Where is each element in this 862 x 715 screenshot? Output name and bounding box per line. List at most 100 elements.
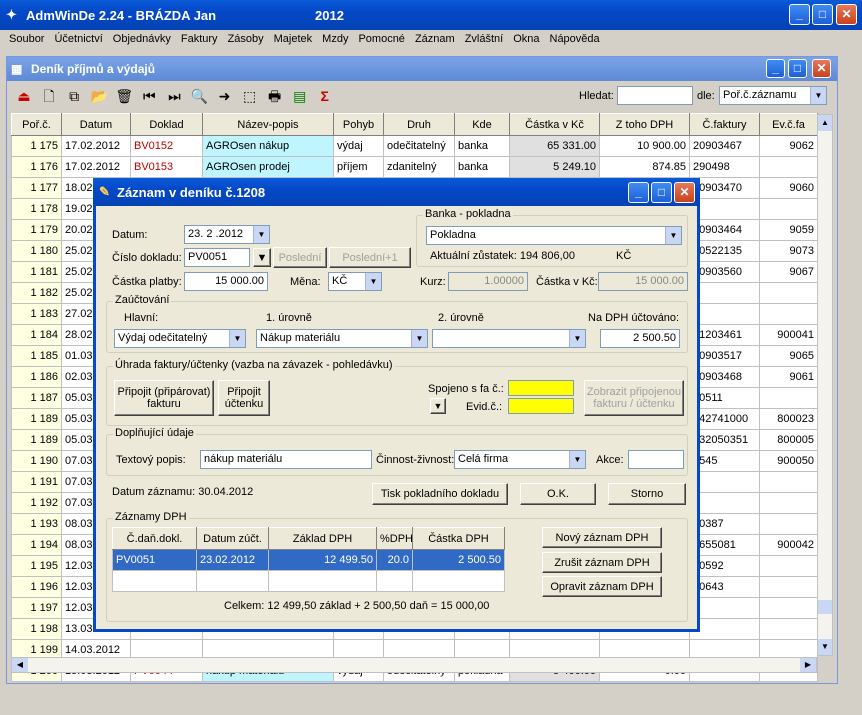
dph-column-header[interactable]: Částka DPH (412, 527, 505, 550)
chevron-down-icon[interactable]: ▼ (569, 451, 585, 468)
menu-item[interactable]: Pomocné (353, 30, 409, 48)
open-icon[interactable]: 📂 (88, 85, 110, 107)
novy-dph-button[interactable]: Nový záznam DPH (542, 527, 662, 548)
print-icon[interactable]: 🖶 (264, 85, 286, 107)
last-record-icon[interactable]: ⏭ (163, 85, 185, 107)
zrusit-dph-button[interactable]: Zrušit záznam DPH (542, 552, 662, 573)
horizontal-scrollbar[interactable]: ◀ ▶ (11, 657, 817, 673)
mena-select[interactable]: KČ ▼ (328, 272, 382, 291)
search-icon[interactable]: 🔍 (188, 85, 210, 107)
search-by-select[interactable]: Poř.č.záznamu ▼ (719, 86, 827, 105)
spojeno-field[interactable] (508, 380, 574, 396)
pripojit-fakturu-button[interactable]: Připojit (připárovat) fakturu (114, 380, 214, 416)
column-header[interactable]: Pohyb (333, 113, 384, 136)
minimize-button[interactable]: _ (789, 4, 810, 25)
dph-column-header[interactable]: Datum zúčt. (196, 527, 269, 550)
goto-icon[interactable]: ➜ (214, 85, 236, 107)
cinnost-select[interactable]: Celá firma ▼ (454, 450, 586, 469)
menu-item[interactable]: Zásoby (223, 30, 269, 48)
column-header[interactable]: Z toho DPH (599, 113, 690, 136)
dialog-minimize-button[interactable]: _ (628, 182, 649, 203)
table-row[interactable]: 1 176 17.02.2012 BV0153 AGROsen prodej příje… (11, 156, 818, 178)
scroll-up-icon[interactable]: ▲ (818, 115, 832, 131)
export-icon[interactable]: ▤ (289, 85, 311, 107)
castka-field[interactable]: 15 000.00 (184, 272, 268, 291)
zobrazit-button[interactable]: Zobrazit připojenou fakturu / účtenku (584, 380, 684, 416)
menu-item[interactable]: Účetnictví (49, 30, 107, 48)
hlavni-select[interactable]: Výdaj odečitatelný ▼ (114, 329, 246, 348)
datum-field[interactable]: 23. 2 .2012 ▼ (184, 225, 270, 244)
chevron-down-icon[interactable]: ▼ (365, 273, 381, 290)
scroll-left-icon[interactable]: ◀ (12, 658, 28, 672)
opravit-dph-button[interactable]: Opravit záznam DPH (542, 576, 662, 597)
column-header[interactable]: Název-popis (202, 113, 334, 136)
menu-item[interactable]: Záznam (410, 30, 460, 48)
cislo-field[interactable]: PV0051 (184, 248, 250, 267)
posledni1-button[interactable]: Poslední+1 (329, 247, 411, 268)
pripojit-uctenku-button[interactable]: Připojit účtenku (218, 380, 270, 416)
sum-icon[interactable]: Σ (314, 85, 336, 107)
new-doc-icon[interactable]: 🗋 (38, 85, 60, 107)
menu-item[interactable]: Majetek (269, 30, 318, 48)
storno-button[interactable]: Storno (608, 483, 686, 505)
delete-icon[interactable]: 🗑 (113, 85, 135, 107)
textovy-field[interactable]: nákup materiálu (200, 450, 372, 469)
dph-column-header[interactable]: Základ DPH (268, 527, 377, 550)
menu-item[interactable]: Soubor (4, 30, 49, 48)
menu-item[interactable]: Objednávky (108, 30, 176, 48)
chevron-down-icon[interactable]: ▼ (229, 330, 245, 347)
copy-icon[interactable]: ⧉ (63, 85, 85, 107)
spojeno-arrow-button[interactable]: ▼ (430, 398, 446, 414)
child-maximize-button[interactable]: □ (788, 59, 807, 78)
posledni-button[interactable]: Poslední (273, 247, 327, 268)
dialog-close-button[interactable]: ✕ (674, 182, 695, 203)
vertical-scrollbar[interactable]: ▲ ▼ (817, 114, 833, 656)
scroll-thumb[interactable] (818, 600, 832, 614)
uroven2-select[interactable]: ▼ (432, 329, 586, 348)
table-row[interactable]: 1 175 17.02.2012 BV0152 AGROsen nákup výdaj o… (11, 135, 818, 157)
ok-button[interactable]: O.K. (520, 483, 596, 505)
dph-column-header[interactable]: Č.daň.dokl. (112, 527, 197, 550)
evid-field[interactable] (508, 398, 574, 414)
menu-item[interactable]: Okna (508, 30, 544, 48)
column-header[interactable]: Kde (454, 113, 510, 136)
column-header[interactable]: Č.faktury (689, 113, 760, 136)
close-button[interactable]: ✕ (836, 4, 857, 25)
first-record-icon[interactable]: ⏮ (138, 85, 160, 107)
banka-select[interactable]: Pokladna ▼ (426, 226, 682, 245)
column-header[interactable]: Poř.č. (11, 113, 62, 136)
maximize-button[interactable]: □ (812, 4, 833, 25)
column-header[interactable]: Ev.č.fa (759, 113, 818, 136)
menu-item[interactable]: Mzdy (317, 30, 353, 48)
select-icon[interactable]: ⬚ (239, 85, 261, 107)
chevron-down-icon[interactable]: ▼ (665, 227, 681, 244)
scroll-right-icon[interactable]: ▶ (800, 658, 816, 672)
column-header[interactable]: Doklad (130, 113, 203, 136)
column-header[interactable]: Druh (383, 113, 455, 136)
search-input[interactable] (617, 86, 693, 105)
child-minimize-button[interactable]: _ (766, 59, 785, 78)
dialog-titlebar[interactable]: ✎ Záznam v deníku č.1208 _ □ ✕ (93, 178, 700, 206)
menu-item[interactable]: Faktury (176, 30, 223, 48)
menu-item[interactable]: Nápověda (545, 30, 605, 48)
dph-row[interactable]: PV0051 23.02.2012 12 499.50 20.0 2 500.50 (112, 549, 505, 571)
akce-field[interactable] (628, 450, 684, 469)
column-header[interactable]: Datum (61, 113, 131, 136)
app-titlebar[interactable]: ✦ AdmWinDe 2.24 - BRÁZDA Jan 2012 _ □ ✕ (0, 0, 862, 30)
dph-field[interactable]: 2 500.50 (600, 329, 680, 348)
column-header[interactable]: Částka v Kč (509, 113, 600, 136)
cislo-arrow-button[interactable]: ▼ (253, 248, 271, 267)
dph-column-header[interactable]: %DPH (376, 527, 413, 550)
dialog-maximize-button[interactable]: □ (651, 182, 672, 203)
menu-item[interactable]: Zvláštní (460, 30, 509, 48)
scroll-down-icon[interactable]: ▼ (818, 639, 832, 655)
child-close-button[interactable]: ✕ (812, 59, 831, 78)
chevron-down-icon[interactable]: ▼ (411, 330, 427, 347)
child-titlebar[interactable]: ▦ Deník příjmů a výdajů _ □ ✕ (7, 57, 837, 81)
calendar-dropdown-icon[interactable]: ▼ (253, 226, 269, 243)
tisk-button[interactable]: Tisk pokladního dokladu (372, 483, 508, 505)
chevron-down-icon[interactable]: ▼ (810, 87, 826, 104)
chevron-down-icon[interactable]: ▼ (569, 330, 585, 347)
exit-icon[interactable]: ⏏ (13, 85, 35, 107)
uroven1-select[interactable]: Nákup materiálu ▼ (256, 329, 428, 348)
